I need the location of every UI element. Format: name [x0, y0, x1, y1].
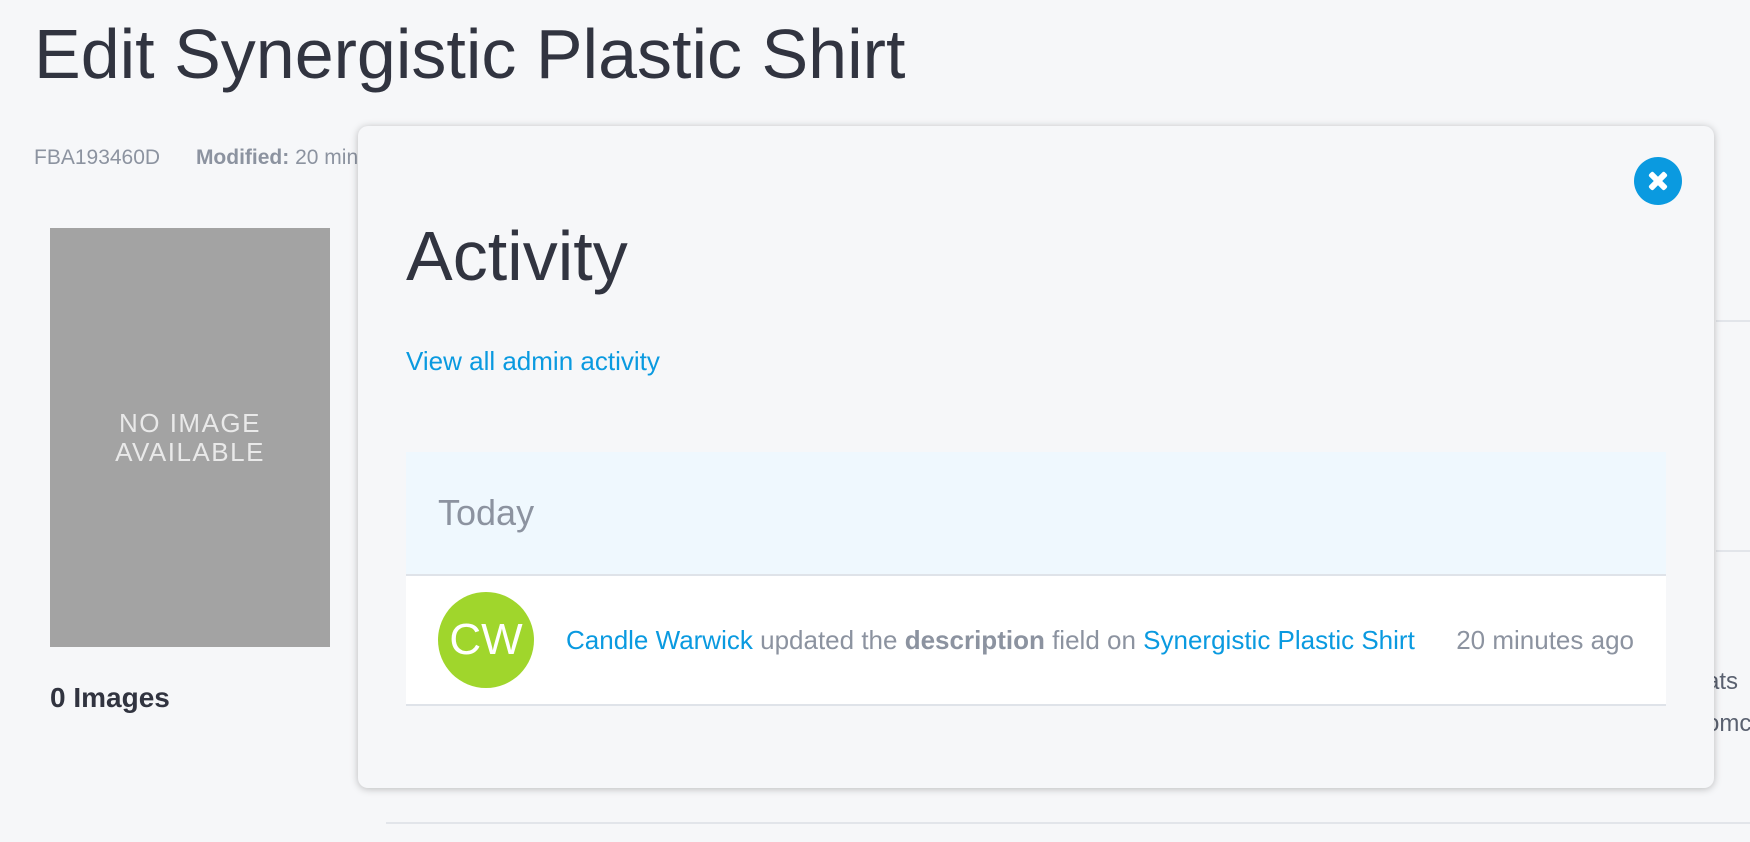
product-meta: FBA193460D Modified: 20 min	[34, 146, 358, 170]
product-sku: FBA193460D	[34, 146, 161, 169]
no-image-placeholder[interactable]: NO IMAGE AVAILABLE	[50, 228, 330, 647]
background-divider	[1716, 550, 1750, 552]
background-divider	[386, 822, 1750, 824]
modal-title: Activity	[406, 217, 628, 295]
close-icon[interactable]	[1634, 157, 1682, 205]
modified-label: Modified:	[195, 146, 290, 169]
activity-day-header: Today	[406, 452, 1666, 576]
activity-list: Today CW Candle Warwick updated the desc…	[406, 452, 1666, 706]
activity-user-link[interactable]: Candle Warwick	[566, 625, 753, 655]
avatar: CW	[438, 592, 534, 688]
images-count: 0 Images	[50, 682, 170, 713]
activity-modal: Activity View all admin activity Today C…	[358, 126, 1714, 788]
view-all-admin-activity-link[interactable]: View all admin activity	[406, 346, 660, 377]
page-title: Edit Synergistic Plastic Shirt	[34, 15, 906, 93]
activity-item: CW Candle Warwick updated the descriptio…	[406, 576, 1666, 706]
modified-value: 20 min	[295, 146, 359, 169]
activity-action-prefix: updated the	[760, 624, 898, 655]
activity-description: Candle Warwick updated the description f…	[566, 625, 1415, 656]
activity-timestamp: 20 minutes ago	[1456, 624, 1634, 655]
activity-target-link[interactable]: Synergistic Plastic Shirt	[1143, 625, 1415, 655]
no-image-text: NO IMAGE AVAILABLE	[115, 407, 265, 467]
background-divider	[1716, 320, 1750, 322]
activity-action-suffix: field on	[1052, 624, 1136, 655]
activity-field: description	[904, 624, 1045, 655]
